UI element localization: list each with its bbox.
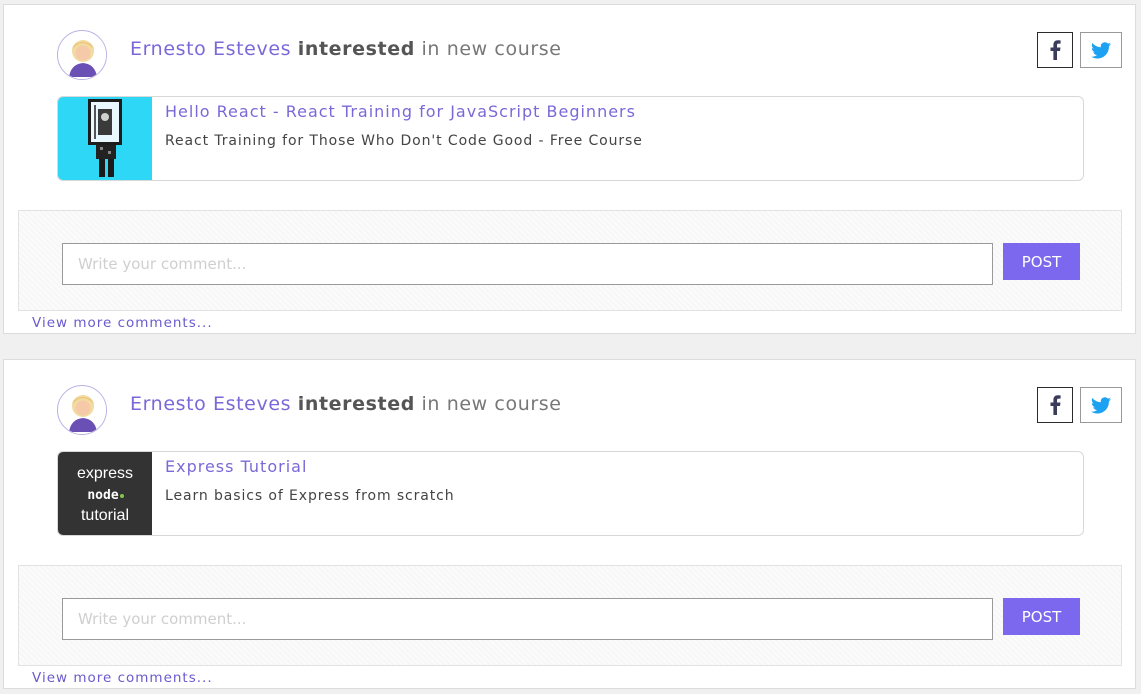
activity-context: in new course bbox=[421, 393, 562, 415]
post-comment-button[interactable]: POST bbox=[1003, 243, 1080, 280]
course-description: React Training for Those Who Don't Code … bbox=[165, 133, 643, 149]
course-description: Learn basics of Express from scratch bbox=[165, 488, 455, 504]
twitter-bird-icon bbox=[1091, 41, 1111, 58]
express-course-thumbnail: express node tutorial bbox=[58, 452, 152, 535]
course-title-link[interactable]: Express Tutorial bbox=[165, 457, 307, 476]
view-more-comments-link[interactable]: View more comments... bbox=[32, 670, 213, 686]
activity-feed: Ernesto Esteves interested in new course bbox=[0, 0, 1141, 694]
comment-input[interactable] bbox=[62, 243, 993, 285]
avatar[interactable] bbox=[57, 385, 107, 435]
course-card[interactable]: Hello React - React Training for JavaScr… bbox=[57, 96, 1084, 181]
twitter-share-button[interactable] bbox=[1080, 32, 1122, 68]
thumb-line-tutorial: tutorial bbox=[81, 507, 129, 524]
thumb-line-node: node bbox=[87, 488, 118, 503]
author-link[interactable]: Ernesto Esteves bbox=[130, 38, 291, 60]
activity-card: Ernesto Esteves interested in new course bbox=[3, 4, 1136, 334]
activity-card: Ernesto Esteves interested in new course… bbox=[3, 359, 1136, 689]
activity-headline: Ernesto Esteves interested in new course bbox=[130, 38, 562, 60]
comment-box: POST bbox=[18, 210, 1122, 311]
comment-input[interactable] bbox=[62, 598, 993, 640]
facebook-f-icon bbox=[1050, 395, 1061, 415]
activity-action: interested bbox=[297, 393, 415, 415]
react-course-thumbnail bbox=[58, 97, 152, 180]
thumb-line-express: express bbox=[77, 465, 133, 482]
post-comment-button[interactable]: POST bbox=[1003, 598, 1080, 635]
facebook-share-button[interactable] bbox=[1037, 32, 1073, 68]
course-title-link[interactable]: Hello React - React Training for JavaScr… bbox=[165, 102, 636, 121]
view-more-comments-link[interactable]: View more comments... bbox=[32, 315, 213, 331]
activity-context: in new course bbox=[421, 38, 562, 60]
activity-action: interested bbox=[297, 38, 415, 60]
facebook-share-button[interactable] bbox=[1037, 387, 1073, 423]
author-link[interactable]: Ernesto Esteves bbox=[130, 393, 291, 415]
course-card[interactable]: express node tutorial Express Tutorial L… bbox=[57, 451, 1084, 536]
facebook-f-icon bbox=[1050, 40, 1061, 60]
comment-box: POST bbox=[18, 565, 1122, 666]
avatar[interactable] bbox=[57, 30, 107, 80]
twitter-share-button[interactable] bbox=[1080, 387, 1122, 423]
activity-headline: Ernesto Esteves interested in new course bbox=[130, 393, 562, 415]
twitter-bird-icon bbox=[1091, 396, 1111, 413]
